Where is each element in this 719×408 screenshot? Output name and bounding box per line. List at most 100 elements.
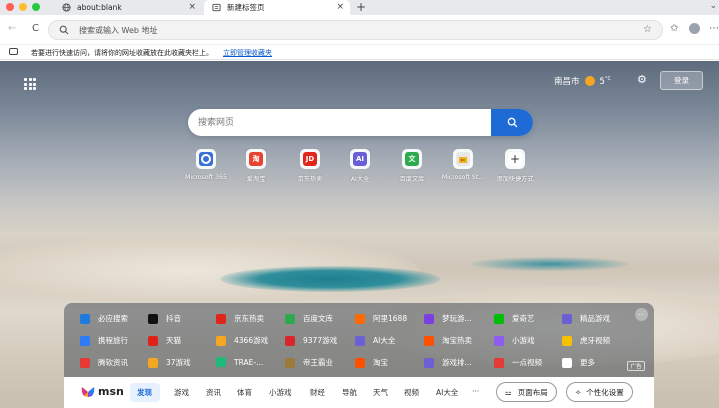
- msn-nav-item[interactable]: 天气: [373, 387, 388, 398]
- new-tab-button[interactable]: +: [356, 0, 366, 14]
- window-zoom-button[interactable]: [32, 3, 40, 11]
- site-link-label: 必应搜索: [98, 314, 128, 323]
- msn-nav-item[interactable]: 资讯: [206, 387, 221, 398]
- site-link[interactable]: 京东热卖: [216, 313, 264, 324]
- quick-link[interactable]: Microsoft St...: [440, 149, 486, 181]
- site-link-icon: [562, 335, 572, 346]
- site-link[interactable]: TRAE-...: [216, 357, 263, 367]
- site-link-label: 37游戏: [166, 358, 191, 367]
- site-link-label: 更多: [580, 358, 595, 367]
- site-link-icon: [216, 335, 226, 346]
- msn-nav-item[interactable]: 游戏: [174, 387, 189, 398]
- site-link-icon: [424, 335, 434, 346]
- msn-nav-item[interactable]: 体育: [237, 387, 252, 398]
- page-layout-button[interactable]: ⚍ 页面布局: [496, 382, 557, 402]
- site-link[interactable]: 携程旅行: [80, 335, 128, 346]
- msn-nav-item[interactable]: 视频: [404, 387, 419, 398]
- site-link[interactable]: 阿里1688: [355, 313, 407, 324]
- weather-widget[interactable]: 南昌市 5°C: [554, 75, 611, 87]
- profile-avatar[interactable]: [689, 23, 700, 34]
- quick-link-tile: 淘: [246, 149, 266, 169]
- site-link[interactable]: 天猫: [148, 335, 181, 346]
- favorites-bar-hint: 若要进行快速访问，请将你的网址收藏放在此收藏夹栏上。: [31, 49, 213, 57]
- address-bar[interactable]: ☆: [48, 20, 663, 40]
- site-link-label: 淘宝热卖: [442, 336, 472, 345]
- site-link-label: 抖音: [166, 314, 181, 323]
- sun-icon: [584, 76, 595, 86]
- tab-close-icon[interactable]: ×: [336, 2, 344, 12]
- site-link-label: 腾软资讯: [98, 358, 128, 367]
- panel-more-icon[interactable]: ···: [635, 308, 648, 321]
- web-search-box[interactable]: [188, 109, 533, 136]
- site-link[interactable]: 帝王霸业: [285, 357, 333, 368]
- tab-label: about:blank: [77, 3, 122, 12]
- tab-list-chevron-icon[interactable]: ⌄: [709, 1, 717, 11]
- title-bar: about:blank × 新建标签页 × + ⌄: [0, 0, 719, 15]
- weather-city: 南昌市: [554, 77, 580, 87]
- favorite-star-icon[interactable]: ☆: [643, 24, 652, 35]
- site-link[interactable]: 百度文库: [285, 313, 333, 324]
- site-link-icon: [494, 313, 504, 324]
- site-link-icon: [424, 357, 434, 368]
- search-button[interactable]: [491, 109, 533, 136]
- site-link-label: 游戏排...: [442, 358, 472, 367]
- msn-butterfly-icon: [81, 386, 95, 398]
- more-menu-icon[interactable]: ⋯: [709, 23, 719, 34]
- site-link[interactable]: 9377游戏: [285, 335, 337, 346]
- site-link[interactable]: 游戏排...: [424, 357, 472, 368]
- site-link[interactable]: 腾软资讯: [80, 357, 128, 368]
- site-link[interactable]: 一点视频: [494, 357, 542, 368]
- quick-link-icon: AI: [353, 152, 367, 166]
- quick-link[interactable]: 淘爱淘宝: [233, 149, 279, 183]
- msn-nav-item[interactable]: 发现: [137, 387, 152, 398]
- apps-launcher-icon[interactable]: [24, 78, 36, 90]
- manage-favorites-link[interactable]: 立即管理收藏夹: [223, 48, 272, 58]
- site-link[interactable]: 梦玩游...: [424, 313, 472, 324]
- reload-icon[interactable]: C: [32, 23, 39, 34]
- msn-nav-item[interactable]: 财经: [310, 387, 325, 398]
- tab-close-icon[interactable]: ×: [188, 2, 196, 12]
- msn-nav-item[interactable]: 导航: [342, 387, 357, 398]
- quick-link[interactable]: + 添加快捷方式: [492, 149, 538, 183]
- site-link[interactable]: 淘宝: [355, 357, 388, 368]
- site-link[interactable]: 抖音: [148, 313, 181, 324]
- tab-new-tab[interactable]: 新建标签页 ×: [204, 0, 350, 15]
- site-link[interactable]: 淘宝热卖: [424, 335, 472, 346]
- site-link[interactable]: 小游戏: [494, 335, 535, 346]
- site-link[interactable]: 必应搜索: [80, 313, 128, 324]
- favorites-icon[interactable]: ✩: [670, 23, 678, 34]
- login-button[interactable]: 登录: [660, 71, 703, 90]
- site-link[interactable]: 爱奇艺: [494, 313, 535, 324]
- window-close-button[interactable]: [6, 3, 14, 11]
- site-link-label: 虎牙视频: [580, 336, 610, 345]
- site-link-icon: [562, 313, 572, 324]
- address-input[interactable]: [79, 24, 619, 37]
- ad-badge[interactable]: 广告: [627, 361, 645, 371]
- site-link[interactable]: 虎牙视频: [562, 335, 610, 346]
- site-link[interactable]: 37游戏: [148, 357, 191, 368]
- site-link[interactable]: 更多: [562, 357, 595, 368]
- quick-link[interactable]: 文百度文库: [389, 149, 435, 183]
- site-link-label: 天猫: [166, 336, 181, 345]
- site-link[interactable]: AI大全: [355, 335, 395, 346]
- site-link[interactable]: 4366游戏: [216, 335, 268, 346]
- site-link[interactable]: 精品游戏: [562, 313, 610, 324]
- tab-about-blank[interactable]: about:blank ×: [54, 0, 202, 15]
- links-panel: 必应搜索 抖音 京东热卖 百度文库 阿里1688 梦玩游... 爱奇艺 精品游戏携程旅行 天猫 4…: [64, 303, 654, 377]
- quick-link[interactable]: JD 京东热卖: [287, 149, 333, 183]
- gear-icon[interactable]: ⚙: [637, 73, 647, 86]
- site-link-icon: [148, 357, 158, 368]
- msn-nav-overflow[interactable]: ···: [472, 387, 479, 396]
- back-arrow-icon[interactable]: ←: [8, 23, 16, 34]
- personalize-button[interactable]: ✧ 个性化设置: [566, 382, 633, 402]
- web-search-input[interactable]: [198, 116, 478, 129]
- quick-link-tile: JD: [300, 149, 320, 169]
- msn-logo[interactable]: msn: [81, 385, 124, 398]
- quick-link[interactable]: AI AI大全: [337, 149, 383, 183]
- msn-nav-item[interactable]: AI大全: [436, 387, 458, 398]
- quick-link[interactable]: Microsoft 365: [183, 149, 229, 181]
- quick-link-icon: 淘: [249, 152, 263, 166]
- site-link-label: 爱奇艺: [512, 314, 535, 323]
- msn-nav-item[interactable]: 小游戏: [269, 387, 292, 398]
- window-minimize-button[interactable]: [19, 3, 27, 11]
